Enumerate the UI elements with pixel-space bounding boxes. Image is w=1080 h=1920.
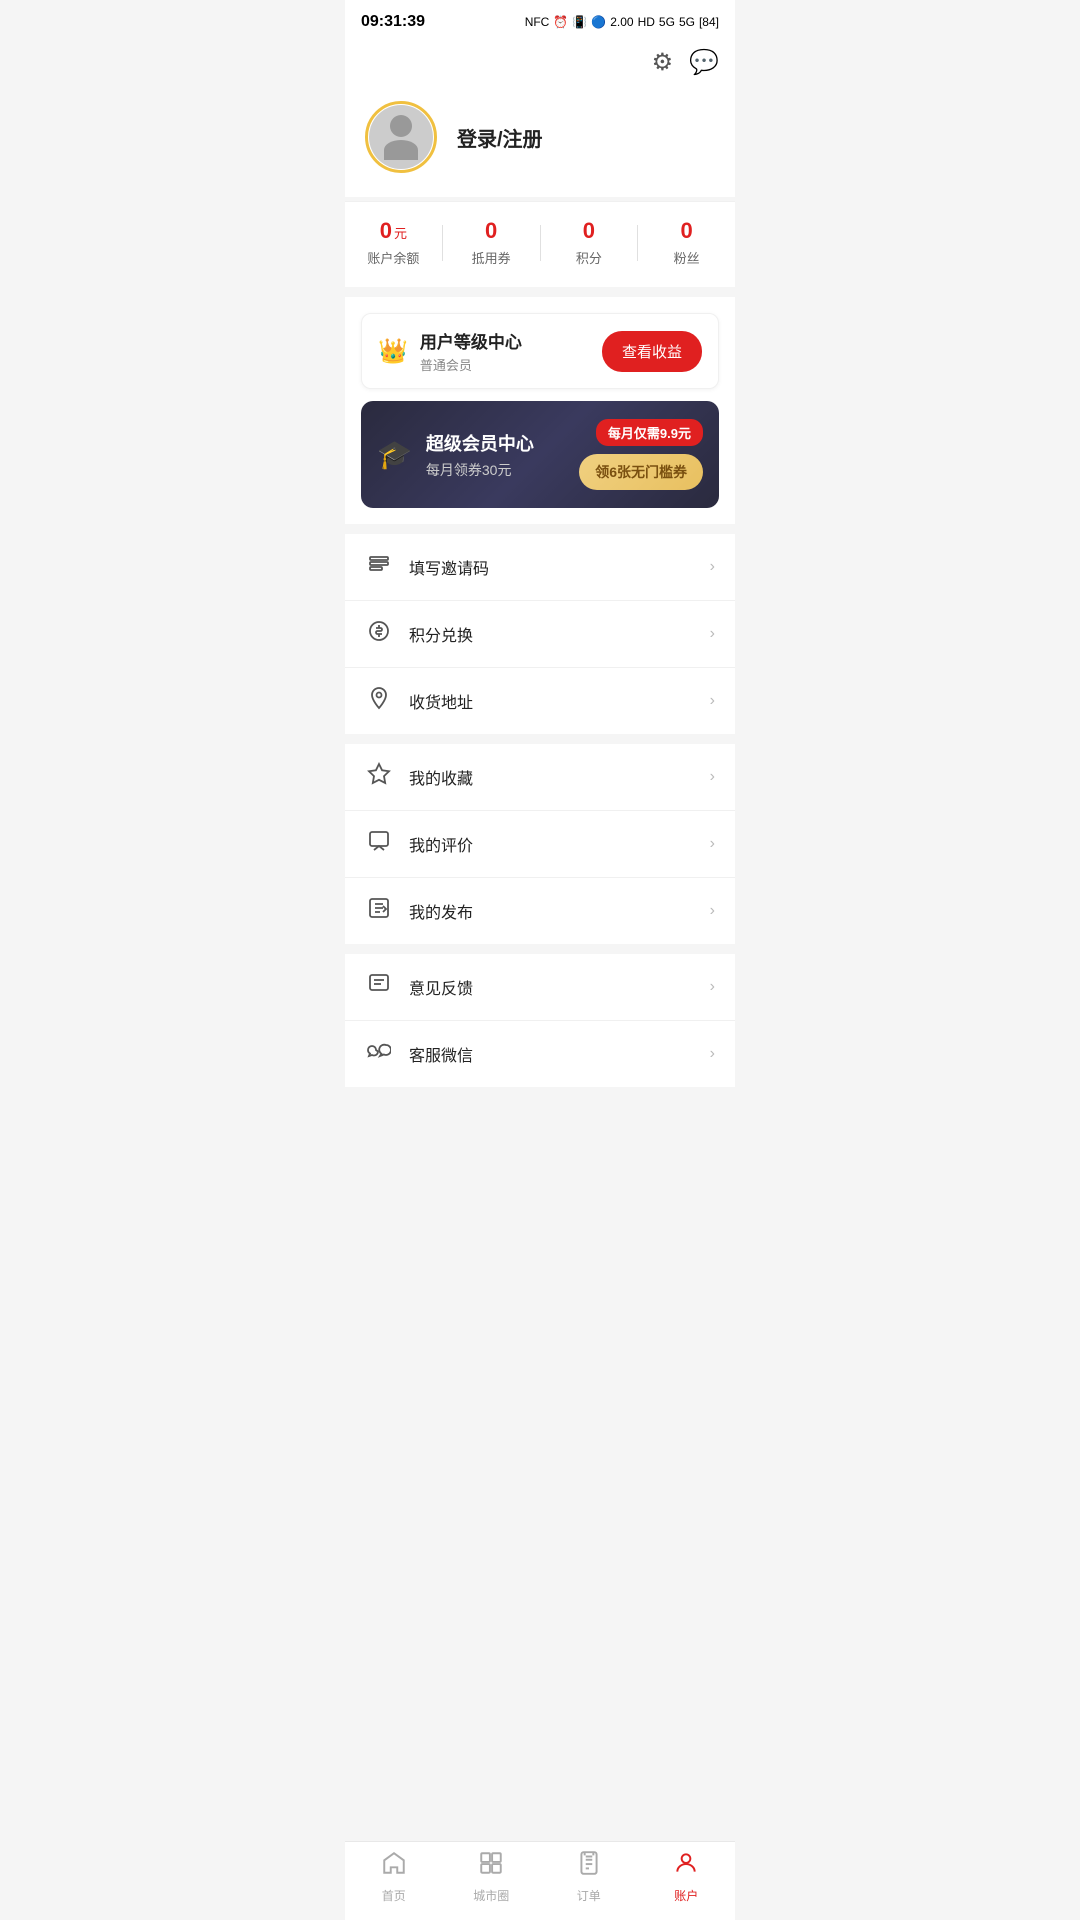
stat-coupon[interactable]: 0 抵用券: [443, 218, 540, 267]
wechat-service-icon: [365, 1039, 393, 1069]
orders-icon: [576, 1850, 602, 1883]
feedback-arrow: ›: [710, 978, 715, 996]
fans-value: 0: [681, 218, 693, 244]
reviews-icon: [365, 829, 393, 859]
status-bar: 09:31:39 NFC ⏰ 📳 🔵 2.00 HD 5G 5G [84]: [345, 0, 735, 40]
crown-icon: 👑: [378, 337, 408, 366]
menu-item-wechat-service[interactable]: 客服微信 ›: [345, 1021, 735, 1087]
city-circle-icon: [478, 1850, 504, 1883]
profile-section: 登录/注册: [345, 85, 735, 197]
feedback-label: 意见反馈: [409, 975, 694, 999]
nav-orders[interactable]: 订单: [540, 1850, 638, 1904]
stat-balance[interactable]: 0 元 账户余额: [345, 218, 442, 267]
wechat-service-label: 客服微信: [409, 1042, 694, 1066]
claim-coupon-button[interactable]: 领6张无门槛券: [579, 454, 703, 490]
orders-label: 订单: [577, 1887, 601, 1904]
points-label: 积分: [576, 248, 602, 267]
home-icon: [381, 1850, 407, 1883]
user-level-title: 用户等级中心: [420, 328, 522, 353]
menu-item-points-exchange[interactable]: 积分兑换 ›: [345, 601, 735, 668]
price-badge: 每月仅需9.9元: [596, 419, 703, 446]
balance-value: 0: [380, 218, 392, 244]
menu-group-1: 填写邀请码 › 积分兑换 › 收货地址 ›: [345, 534, 735, 734]
publish-arrow: ›: [710, 902, 715, 920]
stat-fans[interactable]: 0 粉丝: [638, 218, 735, 267]
menu-item-publish[interactable]: 我的发布 ›: [345, 878, 735, 944]
reviews-label: 我的评价: [409, 832, 694, 856]
reviews-arrow: ›: [710, 835, 715, 853]
avatar: [369, 105, 433, 169]
favorites-label: 我的收藏: [409, 765, 694, 789]
menu-item-invite-code[interactable]: 填写邀请码 ›: [345, 534, 735, 601]
account-icon: [673, 1850, 699, 1883]
favorites-icon: [365, 762, 393, 792]
invite-code-arrow: ›: [710, 558, 715, 576]
vip-card-subtitle: 每月领券30元: [426, 460, 534, 480]
stat-points[interactable]: 0 积分: [541, 218, 638, 267]
coupon-label: 抵用券: [472, 248, 511, 267]
user-level-card[interactable]: 👑 用户等级中心 普通会员 查看收益: [361, 313, 719, 389]
nav-city-circle[interactable]: 城市圈: [443, 1850, 541, 1904]
menu-group-3: 意见反馈 › 客服微信 ›: [345, 954, 735, 1087]
login-register-text[interactable]: 登录/注册: [457, 123, 543, 152]
nav-account[interactable]: 账户: [638, 1850, 736, 1904]
wechat-service-arrow: ›: [710, 1045, 715, 1063]
settings-icon[interactable]: ⚙: [652, 48, 674, 77]
city-circle-label: 城市圈: [473, 1887, 509, 1904]
balance-unit: 元: [394, 223, 407, 242]
status-icons: NFC ⏰ 📳 🔵 2.00 HD 5G 5G [84]: [525, 15, 719, 29]
publish-label: 我的发布: [409, 899, 694, 923]
account-label: 账户: [674, 1887, 698, 1904]
home-label: 首页: [382, 1887, 406, 1904]
stats-row: 0 元 账户余额 0 抵用券 0 积分 0 粉丝: [345, 201, 735, 287]
vip-card-title: 超级会员中心: [426, 430, 534, 456]
menu-item-address[interactable]: 收货地址 ›: [345, 668, 735, 734]
grad-cap-icon: 🎓: [377, 438, 412, 471]
address-arrow: ›: [710, 692, 715, 710]
invite-code-icon: [365, 552, 393, 582]
address-label: 收货地址: [409, 689, 694, 713]
top-header: ⚙ 💬: [345, 40, 735, 85]
fans-label: 粉丝: [674, 248, 700, 267]
menu-group-2: 我的收藏 › 我的评价 › 我的发布 ›: [345, 744, 735, 944]
user-level-subtitle: 普通会员: [420, 355, 522, 374]
avatar-wrapper[interactable]: [365, 101, 437, 173]
menu-item-feedback[interactable]: 意见反馈 ›: [345, 954, 735, 1021]
menu-item-favorites[interactable]: 我的收藏 ›: [345, 744, 735, 811]
feedback-icon: [365, 972, 393, 1002]
address-icon: [365, 686, 393, 716]
favorites-arrow: ›: [710, 768, 715, 786]
coupon-value: 0: [485, 218, 497, 244]
invite-code-label: 填写邀请码: [409, 555, 694, 579]
points-exchange-icon: [365, 619, 393, 649]
publish-icon: [365, 896, 393, 926]
points-exchange-arrow: ›: [710, 625, 715, 643]
points-value: 0: [583, 218, 595, 244]
nav-home[interactable]: 首页: [345, 1850, 443, 1904]
message-icon[interactable]: 💬: [689, 48, 719, 77]
vip-card[interactable]: 🎓 超级会员中心 每月领券30元 每月仅需9.9元 领6张无门槛券: [361, 401, 719, 508]
menu-item-reviews[interactable]: 我的评价 ›: [345, 811, 735, 878]
status-time: 09:31:39: [361, 13, 425, 31]
cards-section: 👑 用户等级中心 普通会员 查看收益 🎓 超级会员中心 每月领券30元 每月仅需…: [345, 297, 735, 524]
balance-label: 账户余额: [367, 248, 419, 267]
points-exchange-label: 积分兑换: [409, 622, 694, 646]
view-earnings-button[interactable]: 查看收益: [602, 331, 702, 372]
bottom-nav: 首页 城市圈 订单 账户: [345, 1841, 735, 1920]
